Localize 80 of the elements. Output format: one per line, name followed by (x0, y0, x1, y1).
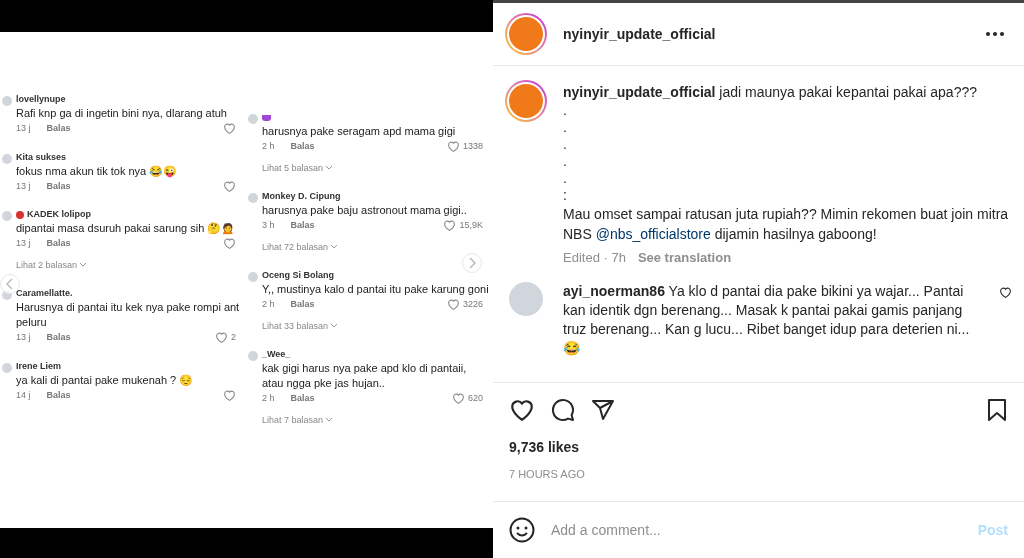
comment-text: harusnya pake seragam apd mama gigi (262, 124, 457, 139)
comment-input[interactable]: Add a comment... (551, 519, 962, 541)
commenter-name[interactable]: Oceng Si Bolang (262, 269, 334, 283)
caption-dot: . (563, 102, 568, 119)
comment-time: 13 j (16, 237, 31, 250)
chevron-right-icon (467, 257, 477, 269)
commenter-name[interactable]: Kita sukses (16, 150, 67, 165)
commenter-name[interactable]: KADEK lolipop (27, 208, 91, 222)
caption-text: nyinyir_update_official jadi maunya pakai kepantai pakai apa??? (563, 83, 978, 102)
emoji-icon[interactable] (509, 517, 535, 543)
chevron-down-icon (330, 323, 339, 330)
username-link[interactable]: nyinyir_update_official (563, 23, 716, 45)
bookmark-icon[interactable] (986, 398, 1008, 422)
comment-icon[interactable] (551, 398, 575, 422)
like-count: 1338 (462, 140, 483, 153)
comment-time: 3 h (262, 219, 275, 232)
reply-link[interactable]: Balas (290, 392, 315, 406)
comment-time: 2 h (262, 140, 275, 153)
heart-icon[interactable] (509, 397, 535, 423)
reply-link[interactable]: Balas (46, 179, 71, 193)
mention-link[interactable]: @nbs_officialstore (595, 226, 711, 242)
chevron-down-icon (330, 244, 339, 251)
avatar[interactable] (505, 13, 547, 55)
caption-dot: . (563, 170, 568, 187)
comment-time: 14 j (16, 388, 31, 402)
caption-text: Mau omset sampai ratusan juta rupiah?? Mimin rekomen buat join mitra NBS @nbs_officialstore dijamin hasilnya gaboong! (563, 205, 1010, 244)
comment-text: fokus nma akun tik tok nya 😂😜 (16, 163, 179, 179)
like-count: 620 (467, 392, 483, 405)
like-count: 2 (231, 331, 236, 344)
caption-dot: . (563, 119, 568, 136)
caption-dot: . (563, 153, 568, 170)
see-translation-link[interactable]: See translation (637, 248, 732, 268)
view-replies-link[interactable]: Lihat 33 balasan (262, 319, 493, 333)
like-count: 15,9K (459, 219, 483, 232)
commenter-name[interactable]: Caramellatte. (16, 287, 73, 301)
apple-icon (16, 211, 24, 219)
likes-count[interactable]: 9,736 likes (493, 437, 1024, 458)
reply-link[interactable]: Balas (46, 122, 71, 136)
reply-link[interactable]: Balas (46, 331, 71, 345)
user-badge-icon (262, 115, 271, 121)
comment-time: 2 h (262, 298, 275, 311)
comment-time: 13 j (16, 331, 31, 344)
share-icon[interactable] (591, 398, 615, 422)
comment-text: harusnya pake baju astronout mama gigi.. (262, 203, 468, 218)
comment-text: Y,, mustinya kalo d pantai itu pake karung goni (262, 282, 490, 297)
view-replies-link[interactable]: Lihat 5 balasan (262, 161, 493, 175)
avatar[interactable] (505, 80, 547, 122)
chevron-down-icon (79, 262, 88, 269)
commenter-name[interactable]: lovellynupe (16, 93, 66, 107)
like-count: 3226 (462, 298, 483, 311)
view-replies-link[interactable]: Lihat 7 balasan (262, 413, 493, 427)
caption-dot: : (563, 187, 568, 204)
reply-link[interactable]: Balas (290, 140, 315, 154)
reply-link[interactable]: Balas (290, 219, 315, 233)
reply-link[interactable]: Balas (46, 237, 71, 251)
comment-text: Rafi knp ga di ingetin bini nya, dlarang atuh (16, 106, 228, 121)
comment-time: 2 h (262, 392, 275, 405)
next-button[interactable] (462, 253, 482, 273)
commenter-name[interactable]: _Wee_ (262, 348, 291, 362)
commenter-name[interactable]: Irene Liem (16, 359, 62, 374)
comment-text: kak gigi harus nya pake apd klo di pantaii, atau ngga pke jas hujan.. (262, 361, 468, 391)
edited-time: Edited · 7h (563, 249, 626, 267)
chevron-left-icon (5, 278, 15, 290)
reply-link[interactable]: Balas (46, 388, 71, 402)
caption-dot: . (563, 136, 568, 153)
comment-time: 13 j (16, 179, 31, 193)
view-replies-link[interactable]: Lihat 72 balasan (262, 240, 493, 254)
comment-text: dipantai masa dsuruh pakai sarung sih 🤔🙍 (16, 221, 237, 236)
more-options-icon[interactable] (986, 32, 1004, 36)
heart-icon[interactable] (999, 286, 1012, 299)
view-replies-link[interactable]: Lihat 2 balasan (16, 258, 246, 272)
comment-text: ayi_noerman86 Ya klo d pantai dia pake bikini ya wajar... Pantai kan identik dgn berenang... Masak k pantai pakai gamis panjang truz berenang... Kan g lucu... Ribet banget idup para deterien ni...😂 (563, 282, 971, 358)
post-time: 7 HOURS AGO (508, 467, 586, 482)
commenter-name[interactable]: Monkey D. Cipung (262, 190, 341, 204)
comment-time: 13 j (16, 122, 31, 135)
comment-text: Harusnya di pantai itu kek nya pake rompi ant peluru (16, 300, 241, 330)
chevron-down-icon (325, 165, 334, 172)
comment-text: ya kali di pantai pake mukenah ? 😔 (16, 372, 195, 388)
reply-link[interactable]: Balas (290, 298, 315, 312)
chevron-down-icon (325, 417, 334, 424)
